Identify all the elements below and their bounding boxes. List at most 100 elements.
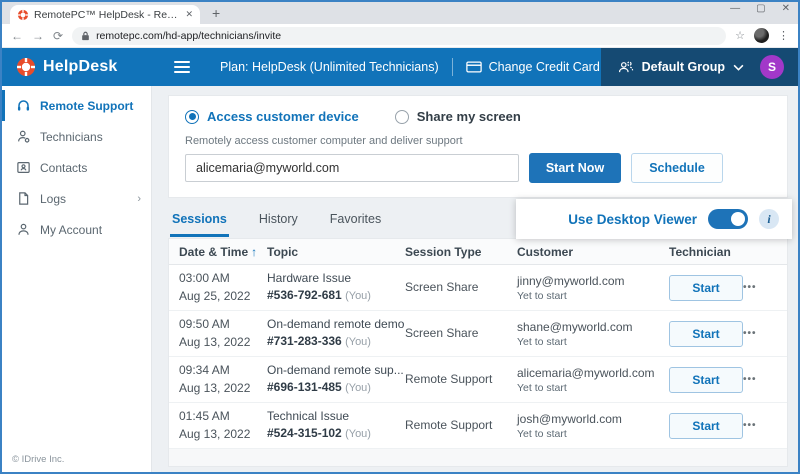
app-body: Remote Support Technicians Contacts Logs…	[2, 86, 798, 472]
customer-email: alicemaria@myworld.com	[517, 365, 669, 382]
session-topic: On-demand remote demo	[267, 316, 405, 333]
desktop-viewer-toggle[interactable]	[708, 209, 748, 229]
radio-label: Share my screen	[417, 109, 521, 124]
window-maximize-button[interactable]: ▢	[756, 3, 765, 14]
tab-history[interactable]: History	[257, 208, 300, 237]
window-minimize-button[interactable]: —	[730, 3, 740, 14]
row-more-icon[interactable]: •••	[743, 328, 787, 339]
copyright-footer: © IDrive Inc.	[12, 454, 64, 465]
main-content: Access customer device Share my screen R…	[152, 86, 798, 472]
sidebar-item-label: Remote Support	[40, 99, 133, 113]
header-right: Default Group S	[601, 48, 798, 86]
start-session-button[interactable]: Start	[669, 275, 743, 301]
tab-close-icon[interactable]: ✕	[185, 9, 193, 20]
column-header-customer[interactable]: Customer	[517, 245, 669, 259]
brand-name: HelpDesk	[43, 58, 118, 76]
session-time: 03:00 AM	[179, 270, 267, 287]
table-header-row: Date & Time↑ Topic Session Type Customer…	[169, 239, 787, 265]
group-label: Default Group	[642, 60, 725, 74]
radio-share-my-screen[interactable]: Share my screen	[395, 109, 521, 124]
app-header: HelpDesk Plan: HelpDesk (Unlimited Techn…	[2, 48, 798, 86]
column-header-topic[interactable]: Topic	[267, 245, 405, 259]
session-date: Aug 13, 2022	[179, 334, 267, 351]
bookmark-star-icon[interactable]: ☆	[735, 29, 745, 42]
browser-toolbar: ← → ⟳ remotepc.com/hd-app/technicians/in…	[2, 24, 798, 48]
row-more-icon[interactable]: •••	[743, 374, 787, 385]
session-date: Aug 13, 2022	[179, 380, 267, 397]
back-icon[interactable]: ←	[11, 30, 23, 42]
table-footer-strip	[169, 449, 787, 466]
group-icon	[617, 60, 634, 74]
customer-email: josh@myworld.com	[517, 411, 669, 428]
session-time: 09:34 AM	[179, 362, 267, 379]
radio-dot-icon	[395, 110, 409, 124]
session-status: Yet to start	[517, 382, 669, 394]
session-date: Aug 25, 2022	[179, 288, 267, 305]
browser-menu-icon[interactable]: ⋮	[778, 29, 789, 42]
sidebar-item-logs[interactable]: Logs ›	[2, 183, 151, 214]
column-header-date-time[interactable]: Date & Time↑	[179, 245, 267, 259]
row-more-icon[interactable]: •••	[743, 282, 787, 293]
new-tab-button[interactable]: +	[212, 5, 220, 21]
sidebar-item-label: Technicians	[40, 130, 103, 144]
hamburger-menu-icon[interactable]	[174, 61, 190, 73]
start-session-button[interactable]: Start	[669, 321, 743, 347]
account-person-icon	[16, 222, 31, 237]
lifebuoy-logo-icon	[16, 57, 36, 77]
session-status: Yet to start	[517, 428, 669, 440]
session-launch-card: Access customer device Share my screen R…	[168, 95, 788, 198]
url-text: remotepc.com/hd-app/technicians/invite	[96, 30, 281, 42]
radio-dot-icon	[185, 110, 199, 124]
column-header-technician[interactable]: Technician	[669, 245, 743, 259]
change-credit-card-button[interactable]: Change Credit Card	[466, 60, 600, 74]
radio-access-customer-device[interactable]: Access customer device	[185, 109, 359, 124]
session-topic: Hardware Issue	[267, 270, 405, 287]
sidebar-item-contacts[interactable]: Contacts	[2, 152, 151, 183]
brand: HelpDesk	[2, 57, 152, 77]
info-icon[interactable]: i	[759, 209, 779, 229]
session-id: #731-283-336	[267, 334, 342, 348]
url-bar[interactable]: remotepc.com/hd-app/technicians/invite	[72, 27, 726, 45]
session-id: #524-315-102	[267, 426, 342, 440]
sidebar-item-remote-support[interactable]: Remote Support	[2, 90, 151, 121]
start-session-button[interactable]: Start	[669, 367, 743, 393]
column-header-session-type[interactable]: Session Type	[405, 245, 517, 259]
lifebuoy-favicon	[17, 9, 29, 21]
tab-sessions[interactable]: Sessions	[170, 208, 229, 237]
session-owner: (You)	[345, 428, 371, 440]
window-close-button[interactable]: ✕	[782, 3, 790, 14]
session-id: #536-792-681	[267, 288, 342, 302]
chevron-right-icon: ›	[137, 193, 141, 205]
sidebar-item-technicians[interactable]: Technicians	[2, 121, 151, 152]
customer-email: shane@myworld.com	[517, 319, 669, 336]
row-more-icon[interactable]: •••	[743, 420, 787, 431]
session-topic: Technical Issue	[267, 408, 405, 425]
forward-icon[interactable]: →	[32, 30, 44, 42]
session-status: Yet to start	[517, 336, 669, 348]
user-avatar[interactable]: S	[760, 55, 784, 79]
browser-tab[interactable]: RemotePC™ HelpDesk - Remote ✕	[10, 5, 200, 24]
desktop-viewer-card: Use Desktop Viewer i	[516, 199, 792, 239]
table-row: 09:34 AMAug 13, 2022 On-demand remote su…	[169, 357, 787, 403]
headset-icon	[16, 98, 31, 113]
sidebar-item-label: Contacts	[40, 161, 87, 175]
session-owner: (You)	[345, 336, 371, 348]
technician-icon	[16, 129, 31, 144]
schedule-button[interactable]: Schedule	[631, 153, 723, 183]
reload-icon[interactable]: ⟳	[53, 30, 63, 42]
radio-label: Access customer device	[207, 109, 359, 124]
sidebar: Remote Support Technicians Contacts Logs…	[2, 86, 152, 472]
sidebar-item-my-account[interactable]: My Account	[2, 214, 151, 245]
sidebar-item-label: Logs	[40, 192, 66, 206]
browser-window: RemotePC™ HelpDesk - Remote ✕ + — ▢ ✕ ← …	[0, 0, 800, 474]
sidebar-item-label: My Account	[40, 223, 102, 237]
tab-favorites[interactable]: Favorites	[328, 208, 383, 237]
start-session-button[interactable]: Start	[669, 413, 743, 439]
session-owner: (You)	[345, 290, 371, 302]
sessions-table: Date & Time↑ Topic Session Type Customer…	[168, 238, 788, 467]
session-date: Aug 13, 2022	[179, 426, 267, 443]
browser-profile-avatar[interactable]	[754, 28, 769, 43]
customer-email-input[interactable]	[185, 154, 519, 182]
start-now-button[interactable]: Start Now	[529, 153, 621, 183]
group-selector[interactable]: Default Group	[617, 60, 744, 74]
